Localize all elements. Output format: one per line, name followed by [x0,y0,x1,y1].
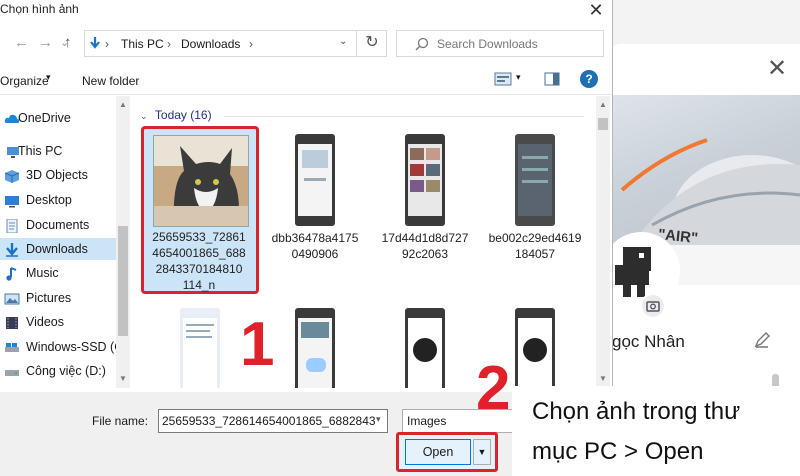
search-icon [415,37,429,51]
file-list: ⌄ Today (16) 25659533_72861 4654001865_6… [132,96,594,388]
breadcrumb-this-pc[interactable]: This PC [121,37,164,51]
nav-item-downloads[interactable]: Downloads [0,238,116,260]
scroll-thumb[interactable] [118,226,128,336]
open-button-highlight: Open ▼ [396,432,498,472]
new-folder-button[interactable]: New folder [82,74,139,88]
up-icon[interactable]: ↑ [64,33,72,53]
help-icon[interactable]: ? [580,70,598,88]
breadcrumb-separator: › [249,37,253,51]
refresh-button[interactable]: ↻ [356,30,387,57]
preview-pane-icon[interactable] [544,72,560,86]
desktop-icon [4,193,20,208]
group-header[interactable]: ⌄ Today (16) [140,108,212,122]
cube-icon [4,168,20,183]
file-thumbnail [515,134,555,226]
scroll-up-icon[interactable]: ▲ [119,100,127,109]
content-scrollbar[interactable]: ▲ ▼ [596,96,610,388]
nav-scrollbar[interactable]: ▲ ▼ [116,96,130,388]
nav-item-documents[interactable]: Documents [0,214,116,236]
nav-item-cong-viec[interactable]: Công việc (D:) [0,360,116,382]
chevron-down-icon[interactable]: ⌄ [339,36,347,47]
file-thumbnail[interactable] [515,308,555,388]
caption-line-2: mục PC > Open [532,438,704,465]
scroll-down-icon[interactable]: ▼ [599,374,607,383]
toolbar: Organize ▾ New folder ▾ ? [0,66,612,95]
chevron-down-icon[interactable]: ▾ [376,414,381,425]
nav-item-pictures[interactable]: Pictures [0,287,116,309]
file-name: 17d44d1d8d727 [381,231,469,245]
scroll-down-icon[interactable]: ▼ [119,374,127,383]
video-icon [4,315,20,329]
camera-icon[interactable] [640,293,666,319]
step-2-label: 2 [476,354,511,423]
file-name: 2843370184810 [155,262,243,276]
file-thumbnail [405,134,445,226]
open-button[interactable]: Open [405,439,471,465]
file-item[interactable]: be002c29ed4619 184057 [480,126,590,276]
navigation-pane: OneDrive This PC 3D Objects Desktop Docu… [0,96,130,388]
file-name: 92c2063 [401,247,449,261]
document-icon [4,218,20,234]
file-name: dbb36478a4175 [271,231,359,245]
scroll-thumb[interactable] [598,118,608,130]
music-icon [4,266,20,281]
file-name: 0490906 [291,247,339,261]
download-icon [89,37,101,51]
address-bar[interactable]: › This PC › Downloads › ⌄ [84,30,387,57]
chevron-down-icon[interactable]: ▾ [516,72,521,83]
forward-icon[interactable]: → [38,33,53,53]
search-placeholder: Search Downloads [437,37,538,51]
step-1-label: 1 [240,310,275,379]
breadcrumb-separator: › [167,37,171,51]
view-icon[interactable] [494,72,512,86]
file-name-label: File name: [92,414,149,428]
file-thumbnail [153,135,249,227]
nav-item-music[interactable]: Music [0,262,116,284]
file-item-selected[interactable]: 25659533_72861 4654001865_688 2843370184… [141,126,259,294]
group-divider [224,116,584,117]
nav-item-desktop[interactable]: Desktop [0,189,116,211]
nav-item-this-pc[interactable]: This PC [0,140,116,162]
chevron-down-icon: ⌄ [140,111,148,121]
pictures-icon [4,291,20,305]
caption-line-1: Chọn ảnh trong thư [532,398,741,425]
file-thumbnail[interactable] [405,308,445,388]
chevron-down-icon[interactable]: ▾ [46,72,51,83]
file-item[interactable]: dbb36478a4175 0490906 [260,126,370,276]
nav-item-windows-ssd[interactable]: Windows-SSD (C [0,336,116,358]
breadcrumb-separator: › [105,37,109,51]
nav-item-videos[interactable]: Videos [0,311,116,333]
profile-name: gọc Nhân [612,332,685,351]
file-thumbnail[interactable] [180,308,220,388]
scroll-up-icon[interactable]: ▲ [599,100,607,109]
search-box[interactable]: Search Downloads [396,30,604,57]
file-thumbnail [295,134,335,226]
nav-item-onedrive[interactable]: OneDrive [0,107,116,129]
file-name: be002c29ed4619 [488,231,582,245]
file-name-input[interactable]: 25659533_728614654001865_6882843 [158,409,388,433]
drive-icon [4,364,20,378]
breadcrumb-downloads[interactable]: Downloads [181,37,240,51]
file-name: 4654001865_688 [152,246,246,260]
dialog-title: Chọn hình ảnh [0,2,79,16]
edit-icon[interactable] [752,330,772,350]
back-icon[interactable]: ← [14,33,29,53]
file-item[interactable]: 17d44d1d8d727 92c2063 [370,126,480,276]
nav-item-3d-objects[interactable]: 3D Objects [0,164,116,186]
file-name: 184057 [514,247,556,261]
download-icon [4,242,20,257]
file-name: 114_n [182,278,216,292]
open-dropdown-button[interactable]: ▼ [473,439,491,465]
drive-icon [4,340,20,354]
close-icon[interactable]: ✕ [584,0,608,20]
caption-box: Chọn ảnh trong thư mục PC > Open [512,386,800,476]
file-name: 25659533_72861 [152,230,246,244]
close-icon[interactable]: ✕ [766,57,788,81]
organize-menu[interactable]: Organize [0,74,49,88]
file-thumbnail[interactable] [295,308,335,388]
